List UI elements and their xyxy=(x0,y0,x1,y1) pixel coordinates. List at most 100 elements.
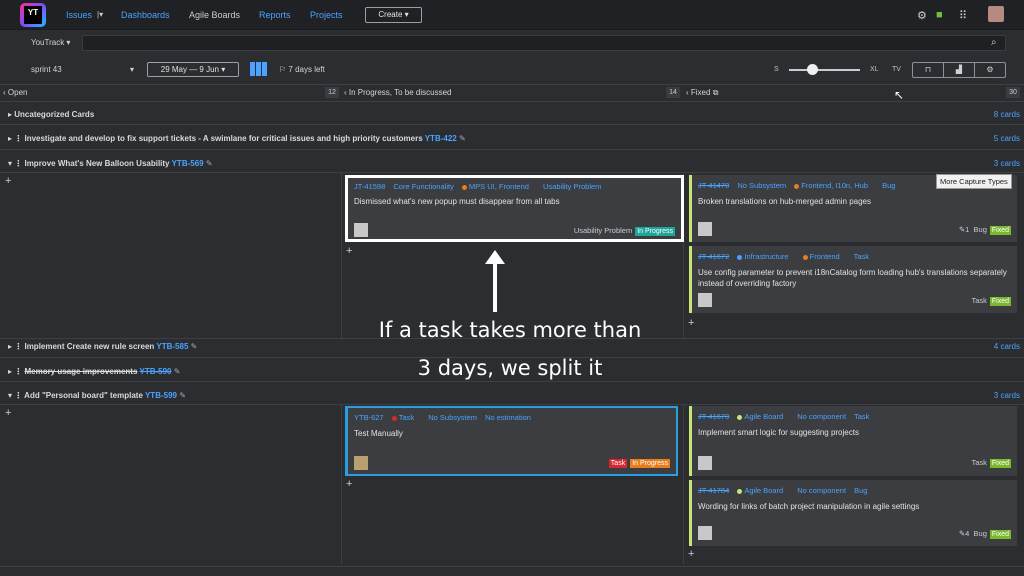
card-subsystem[interactable]: No Subsystem xyxy=(428,413,477,422)
inbox-icon[interactable]: ⊓ xyxy=(913,63,944,77)
edit-icon[interactable]: ✎ xyxy=(206,159,213,168)
swimlane-issue-id[interactable]: YTB-585 xyxy=(156,342,188,351)
card-summary[interactable]: Dismissed what's new popup must disappea… xyxy=(354,196,673,207)
state-badge[interactable]: Fixed xyxy=(989,297,1011,306)
add-card-button[interactable]: + xyxy=(688,548,694,560)
swimlane-card-count[interactable]: 4 cards xyxy=(994,342,1020,351)
card-size-slider[interactable] xyxy=(789,69,860,71)
card-summary[interactable]: Test Manually xyxy=(354,428,668,439)
column-header-open[interactable]: ‹ Open xyxy=(3,86,27,100)
card-summary[interactable]: Use config parameter to prevent i18nCata… xyxy=(698,267,1009,289)
issues-dropdown-icon[interactable]: |▾ xyxy=(97,10,103,19)
search-icon[interactable]: ⌕ xyxy=(991,37,997,48)
gift-icon[interactable]: ■ xyxy=(936,9,943,21)
card-estimation[interactable]: No estimation xyxy=(485,413,531,422)
nav-agile-boards[interactable]: Agile Boards xyxy=(189,10,240,20)
card-id[interactable]: JT-41672 xyxy=(698,252,729,261)
search-input[interactable] xyxy=(82,35,1006,51)
card-subsystem[interactable]: Agile Board xyxy=(744,412,783,421)
assignee-avatar[interactable] xyxy=(698,222,712,236)
sprint-selector[interactable]: sprint 43 ▾ xyxy=(31,65,134,74)
state-badge[interactable]: Fixed xyxy=(989,459,1011,468)
card-jt-41670[interactable]: JT-41670 Agile Board No component Task I… xyxy=(689,406,1017,476)
card-jt-41598[interactable]: JT-41598 Core Functionality MPS UI, Fron… xyxy=(345,175,684,242)
apps-grid-icon[interactable]: ⠿ xyxy=(959,9,967,22)
card-type[interactable]: Task xyxy=(854,252,869,261)
add-card-button[interactable]: + xyxy=(5,407,11,419)
column-header-fixed[interactable]: ‹ Fixed ⧉ xyxy=(686,86,718,100)
card-id[interactable]: JT-41470 xyxy=(698,181,729,190)
nav-issues[interactable]: Issues xyxy=(66,10,92,20)
add-card-button[interactable]: + xyxy=(346,478,352,490)
swimlane-ytb-590[interactable]: ▸ ⋮ Memory usage improvements YTB-590 ✎ xyxy=(8,367,180,376)
nav-dashboards[interactable]: Dashboards xyxy=(121,10,170,20)
card-jt-41784[interactable]: JT-41784 Agile Board No component Bug Wo… xyxy=(689,480,1017,546)
assignee-avatar[interactable] xyxy=(698,456,712,470)
external-link-icon[interactable]: ⧉ xyxy=(713,88,719,97)
card-subsystem[interactable]: No Subsystem xyxy=(737,181,786,190)
settings-icon[interactable]: ⚙ xyxy=(975,63,1005,77)
card-component[interactable]: Frontend xyxy=(810,252,840,261)
card-type[interactable]: Task xyxy=(399,413,414,422)
card-summary[interactable]: Wording for links of batch project manip… xyxy=(698,501,1009,512)
assignee-avatar[interactable] xyxy=(354,456,368,470)
card-component[interactable]: No component xyxy=(797,412,846,421)
assignee-avatar[interactable] xyxy=(698,293,712,307)
swimlane-uncategorized[interactable]: ▸ Uncategorized Cards xyxy=(8,110,94,119)
card-jt-41672[interactable]: JT-41672 Infrastructure Frontend Task Us… xyxy=(689,246,1017,313)
column-header-in-progress[interactable]: ‹ In Progress, To be discussed xyxy=(344,86,451,100)
edit-icon[interactable]: ✎ xyxy=(459,134,466,143)
swimlane-ytb-599[interactable]: ▾ ⋮ Add "Personal board" template YTB-59… xyxy=(8,391,186,400)
swimlane-issue-id[interactable]: YTB-569 xyxy=(172,159,204,168)
nav-projects[interactable]: Projects xyxy=(310,10,343,20)
card-component[interactable]: No component xyxy=(797,486,846,495)
swimlane-card-count[interactable]: 3 cards xyxy=(994,391,1020,400)
chart-icon[interactable] xyxy=(250,62,267,76)
context-selector[interactable]: YouTrack ▾ xyxy=(31,38,70,47)
card-type[interactable]: Usability Problem xyxy=(543,182,601,191)
card-size-slider-handle[interactable] xyxy=(807,64,818,75)
card-component[interactable]: MPS UI, Frontend xyxy=(469,182,529,191)
card-type[interactable]: Bug xyxy=(854,486,867,495)
state-badge[interactable]: In Progress xyxy=(635,227,675,236)
date-range-button[interactable]: 29 May — 9 Jun ▾ xyxy=(147,62,239,77)
card-summary[interactable]: Implement smart logic for suggesting pro… xyxy=(698,427,1009,438)
card-subsystem[interactable]: Agile Board xyxy=(744,486,783,495)
swimlane-issue-id[interactable]: YTB-422 xyxy=(425,134,457,143)
swimlane-issue-id[interactable]: YTB-599 xyxy=(145,391,177,400)
swimlane-ytb-585[interactable]: ▸ ⋮ Implement Create new rule screen YTB… xyxy=(8,342,197,351)
swimlane-issue-id[interactable]: YTB-590 xyxy=(139,367,171,376)
youtrack-logo[interactable]: YT xyxy=(20,3,46,27)
edit-icon[interactable]: ✎ xyxy=(179,391,186,400)
card-id[interactable]: YTB-627 xyxy=(354,413,384,422)
swimlane-card-count[interactable]: 3 cards xyxy=(994,159,1020,168)
card-id[interactable]: JT-41784 xyxy=(698,486,729,495)
card-ytb-627[interactable]: YTB-627 Task No Subsystem No estimation … xyxy=(345,406,678,476)
card-subsystem[interactable]: Infrastructure xyxy=(744,252,788,261)
report-chart-icon[interactable]: ▟ xyxy=(944,63,975,77)
state-badge[interactable]: Fixed xyxy=(989,530,1011,539)
assignee-avatar[interactable] xyxy=(698,526,712,540)
card-subsystem[interactable]: Core Functionality xyxy=(393,182,453,191)
avatar[interactable] xyxy=(988,6,1004,22)
card-id[interactable]: JT-41670 xyxy=(698,412,729,421)
add-card-button[interactable]: + xyxy=(346,245,352,257)
add-card-button[interactable]: + xyxy=(688,317,694,329)
swimlane-ytb-422[interactable]: ▸ ⋮ Investigate and develop to fix suppo… xyxy=(8,134,466,143)
card-type[interactable]: Bug xyxy=(882,181,895,190)
state-badge[interactable]: In Progress xyxy=(630,459,670,468)
card-id[interactable]: JT-41598 xyxy=(354,182,385,191)
edit-icon[interactable]: ✎ xyxy=(174,367,181,376)
nav-reports[interactable]: Reports xyxy=(259,10,291,20)
create-button[interactable]: Create ▾ xyxy=(365,7,422,23)
card-summary[interactable]: Broken translations on hub-merged admin … xyxy=(698,196,1009,207)
assignee-avatar[interactable] xyxy=(354,223,368,237)
type-badge[interactable]: Task xyxy=(608,459,628,468)
card-type[interactable]: Task xyxy=(854,412,869,421)
swimlane-card-count[interactable]: 5 cards xyxy=(994,134,1020,143)
gear-icon[interactable]: ⚙ xyxy=(917,9,927,22)
edit-icon[interactable]: ✎ xyxy=(191,342,198,351)
swimlane-card-count[interactable]: 8 cards xyxy=(994,110,1020,119)
swimlane-ytb-569[interactable]: ▾ ⋮ Improve What's New Balloon Usability… xyxy=(8,159,213,168)
state-badge[interactable]: Fixed xyxy=(989,226,1011,235)
